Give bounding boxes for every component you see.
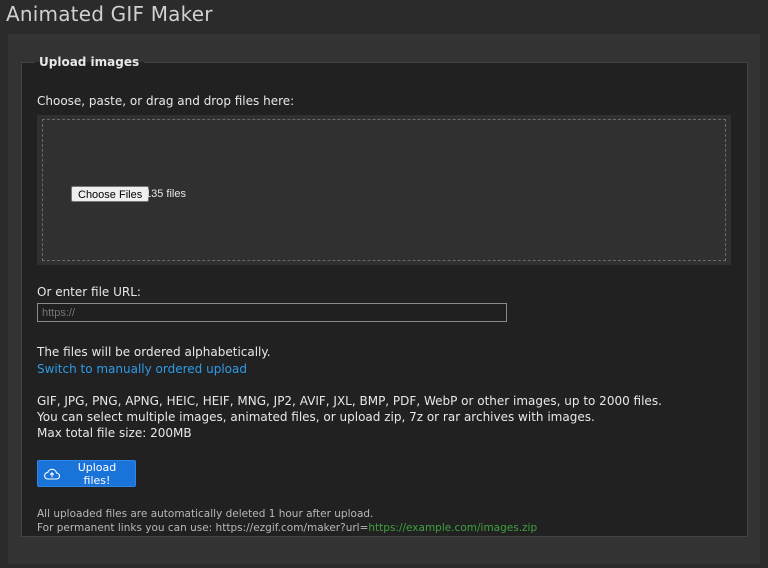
order-note: The files will be ordered alphabetically… (37, 345, 271, 359)
url-label: Or enter file URL: (37, 285, 141, 299)
upload-panel-legend: Upload images (39, 55, 140, 69)
footer-note: All uploaded files are automatically del… (37, 507, 737, 535)
max-size-line: Max total file size: 200MB (37, 426, 192, 440)
file-dropzone[interactable]: Choose Files 135 files (37, 115, 731, 265)
upload-instruction: Choose, paste, or drag and drop files he… (37, 94, 295, 108)
dropzone-border: Choose Files 135 files (42, 119, 726, 261)
supported-formats-text: GIF, JPG, PNG, APNG, HEIC, HEIF, MNG, JP… (37, 393, 737, 441)
multiple-files-line: You can select multiple images, animated… (37, 410, 595, 424)
cloud-upload-icon (44, 468, 60, 480)
formats-line: GIF, JPG, PNG, APNG, HEIC, HEIF, MNG, JP… (37, 394, 662, 408)
choose-files-button[interactable]: Choose Files (71, 186, 150, 202)
manual-order-link[interactable]: Switch to manually ordered upload (37, 362, 247, 376)
upload-button-label: Upload files! (77, 460, 117, 487)
url-input[interactable] (37, 303, 507, 322)
main-container: Upload images Choose, paste, or drag and… (8, 34, 760, 564)
upload-files-button[interactable]: Upload files! (37, 460, 136, 487)
permanent-link-note: For permanent links you can use: https:/… (37, 521, 737, 535)
example-url-link[interactable]: https://example.com/images.zip (368, 522, 537, 534)
file-count-label: 135 files (145, 188, 186, 200)
permanent-link-prefix: For permanent links you can use: https:/… (37, 522, 369, 534)
page-title: Animated GIF Maker (6, 2, 213, 26)
upload-panel: Upload images Choose, paste, or drag and… (21, 55, 748, 537)
auto-delete-note: All uploaded files are automatically del… (37, 508, 374, 520)
